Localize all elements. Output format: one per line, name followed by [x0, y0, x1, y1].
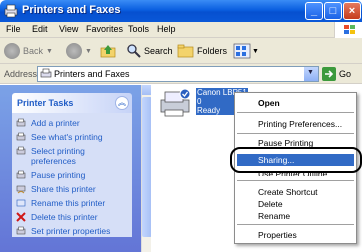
- chevron-down-icon: ▼: [85, 47, 92, 55]
- menu-delete[interactable]: Delete: [258, 199, 283, 209]
- menu-separator: [237, 112, 354, 113]
- task-label: Set printer properties: [31, 226, 111, 236]
- views-icon: [233, 43, 251, 59]
- printer-queue-icon: [16, 132, 26, 141]
- task-pane: Printer Tasks ︽ Add a printer See what's…: [0, 85, 141, 252]
- go-button[interactable]: Go: [322, 67, 358, 81]
- back-button[interactable]: Back ▼: [4, 41, 53, 61]
- task-label: Rename this printer: [31, 198, 106, 208]
- properties-icon: [16, 226, 26, 235]
- address-bar: Address Printers and Faxes ▼ Go: [0, 64, 362, 84]
- menu-edit[interactable]: Edit: [32, 24, 48, 34]
- minimize-button[interactable]: _: [305, 2, 323, 20]
- menu-help[interactable]: Help: [157, 24, 176, 34]
- menu-create-shortcut[interactable]: Create Shortcut: [258, 187, 318, 197]
- chevron-down-icon: ▼: [307, 69, 314, 76]
- task-label: Share this printer: [31, 184, 96, 194]
- menu-file[interactable]: File: [6, 24, 21, 34]
- task-label: Select printing: [31, 146, 85, 156]
- printer-icon[interactable]: [159, 88, 193, 118]
- add-printer-icon: [16, 118, 26, 127]
- menu-bar: File Edit View Favorites Tools Help: [0, 22, 362, 38]
- menu-properties[interactable]: Properties: [258, 230, 297, 240]
- menu-separator: [237, 180, 354, 181]
- menu-tools[interactable]: Tools: [128, 24, 149, 34]
- delete-icon: [16, 212, 26, 222]
- highlight-ring: [230, 147, 362, 173]
- folders-icon: [177, 44, 194, 58]
- address-value: Printers and Faxes: [54, 69, 130, 79]
- search-icon: [127, 44, 141, 58]
- menu-separator: [237, 224, 354, 225]
- share-printer-icon: [16, 185, 26, 194]
- folders-button[interactable]: Folders: [177, 41, 227, 61]
- windows-logo-icon: [334, 22, 362, 38]
- menu-favorites[interactable]: Favorites: [86, 24, 123, 34]
- forward-button[interactable]: ▼: [66, 41, 92, 61]
- search-button[interactable]: Search: [126, 41, 173, 61]
- printers-folder-icon: [4, 4, 18, 18]
- close-button[interactable]: ×: [343, 2, 361, 20]
- maximize-button[interactable]: □: [324, 2, 342, 20]
- menu-view[interactable]: View: [59, 24, 78, 34]
- address-input[interactable]: Printers and Faxes ▼: [37, 66, 319, 82]
- menu-separator: [237, 133, 354, 134]
- toolbar: Back ▼ ▼ Search Folders ▼: [0, 38, 362, 64]
- task-label-line2: preferences: [31, 156, 76, 166]
- task-pane-scrollbar[interactable]: [141, 85, 152, 252]
- chevron-down-icon: ▼: [252, 47, 259, 55]
- up-folder-button[interactable]: [100, 41, 116, 61]
- address-dropdown-button[interactable]: ▼: [304, 67, 318, 81]
- task-label: See what's printing: [31, 132, 103, 142]
- task-label: Pause printing: [31, 170, 86, 180]
- printer-small-icon: [40, 68, 52, 78]
- go-arrow-icon: [322, 67, 336, 81]
- forward-arrow-icon: [66, 43, 82, 59]
- menu-open[interactable]: Open: [258, 98, 280, 108]
- rename-icon: [16, 199, 26, 207]
- collapse-chevron-icon[interactable]: ︽: [115, 96, 129, 110]
- task-label: Add a printer: [31, 118, 80, 128]
- menu-rename[interactable]: Rename: [258, 211, 290, 221]
- address-label: Address: [4, 69, 38, 79]
- printer-tasks-list: Add a printer See what's printing Select…: [12, 113, 132, 237]
- folders-label: Folders: [197, 46, 228, 56]
- back-label: Back: [23, 46, 44, 56]
- task-label: Delete this printer: [31, 212, 98, 222]
- search-label: Search: [144, 46, 173, 56]
- chevron-down-icon: ▼: [46, 47, 53, 55]
- menu-printing-preferences[interactable]: Printing Preferences...: [258, 119, 342, 129]
- title-bar[interactable]: Printers and Faxes _ □ ×: [0, 0, 362, 22]
- window-title: Printers and Faxes: [22, 4, 121, 16]
- go-label: Go: [339, 69, 352, 79]
- views-button[interactable]: ▼: [233, 41, 259, 61]
- up-folder-icon: [100, 45, 116, 58]
- printer-prefs-icon: [16, 146, 26, 155]
- printer-tasks-header[interactable]: Printer Tasks ︽: [12, 93, 132, 113]
- back-arrow-icon: [4, 43, 20, 59]
- pause-printer-icon: [16, 170, 26, 179]
- printer-tasks-title: Printer Tasks: [17, 98, 74, 108]
